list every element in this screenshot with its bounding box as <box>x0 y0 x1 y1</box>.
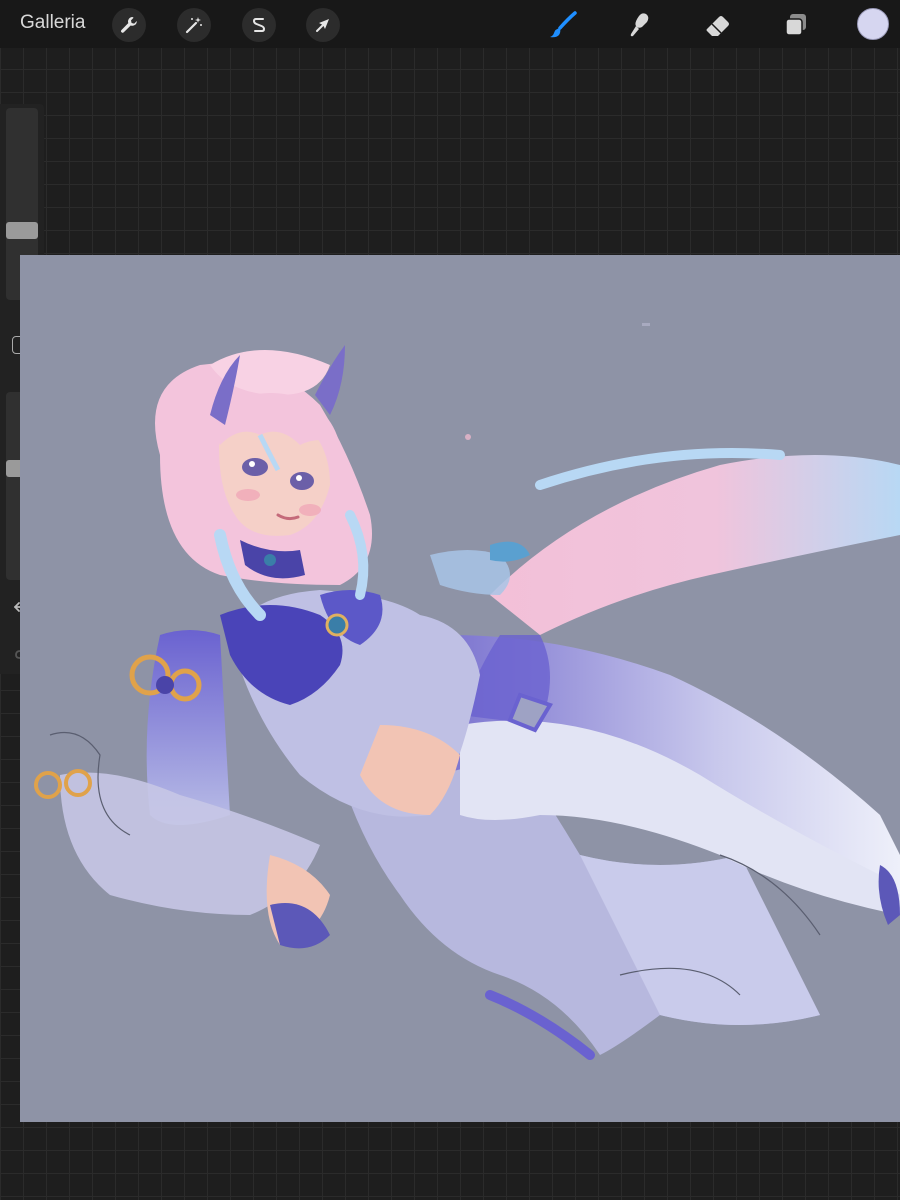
selection-s-icon[interactable] <box>242 8 276 42</box>
smudge-icon[interactable] <box>623 8 657 42</box>
gallery-button[interactable]: Galleria <box>20 12 85 34</box>
drawing-canvas[interactable] <box>20 255 900 1122</box>
layers-icon[interactable] <box>779 8 813 42</box>
eraser-icon[interactable] <box>701 8 735 42</box>
magic-wand-icon[interactable] <box>177 8 211 42</box>
arrow-cursor-icon[interactable] <box>306 8 340 42</box>
color-picker-button[interactable] <box>857 8 889 40</box>
top-toolbar: Galleria <box>0 0 900 48</box>
wrench-icon[interactable] <box>112 8 146 42</box>
brush-size-slider-thumb[interactable] <box>6 222 38 239</box>
brush-icon[interactable] <box>546 8 580 42</box>
illustration-artwork <box>34 323 900 1060</box>
